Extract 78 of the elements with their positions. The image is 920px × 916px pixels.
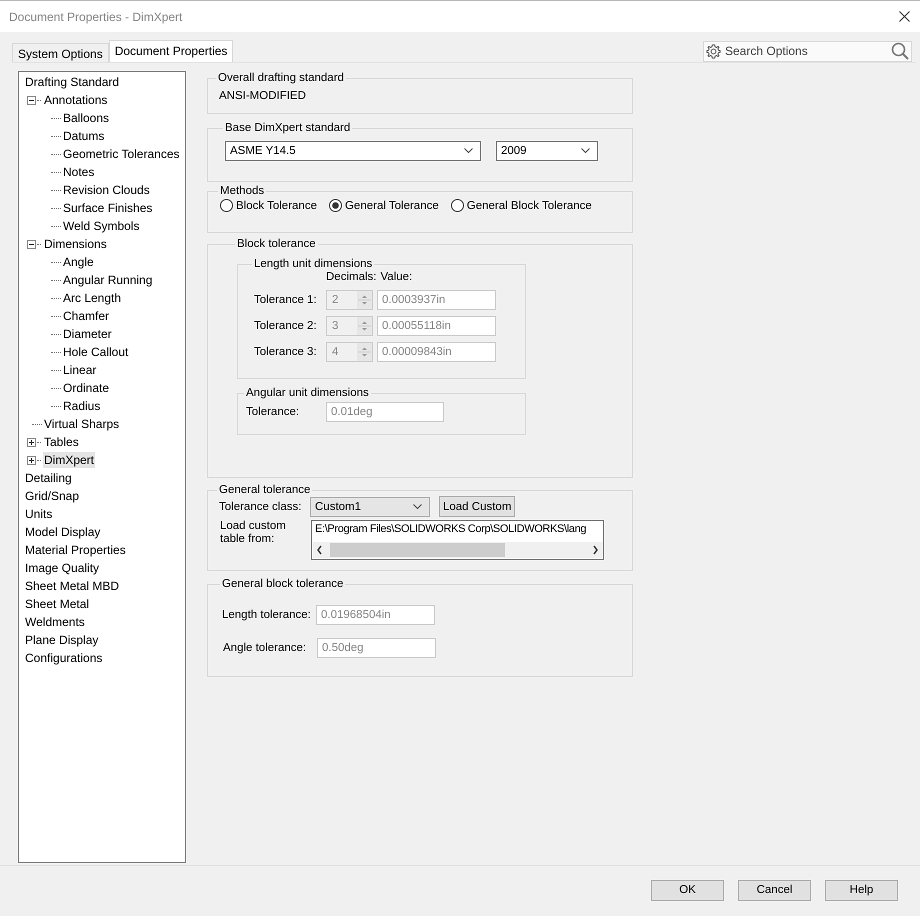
tree-item[interactable]: Diameter <box>62 326 113 342</box>
tree-item[interactable]: Model Display <box>24 524 102 540</box>
field-label: Length tolerance: <box>222 608 312 620</box>
tree-item[interactable]: Balloons <box>62 110 110 126</box>
close-icon[interactable] <box>899 11 910 22</box>
tolerance-class-dropdown[interactable]: Custom1 <box>310 496 430 516</box>
chevron-down-icon <box>581 148 590 154</box>
tree-item[interactable]: Arc Length <box>62 290 122 306</box>
search-field[interactable]: Search Options <box>703 40 912 62</box>
search-icon[interactable] <box>891 42 909 60</box>
standard-dropdown[interactable]: ASME Y14.5 <box>225 141 481 161</box>
radio-option[interactable]: General Tolerance <box>328 199 439 212</box>
radio-option[interactable]: Block Tolerance <box>220 199 317 212</box>
radio-option[interactable]: General Block Tolerance <box>450 199 592 212</box>
tree-item[interactable]: Radius <box>62 398 102 414</box>
tree-item[interactable]: Sheet Metal <box>24 596 90 612</box>
field-label: Tolerance: <box>246 406 300 418</box>
tree-item[interactable]: Configurations <box>24 650 104 666</box>
gear-icon <box>706 44 721 58</box>
tab[interactable]: System Options <box>12 43 109 62</box>
tree-item[interactable]: Dimensions <box>43 236 108 252</box>
year-dropdown[interactable]: 2009 <box>496 141 598 161</box>
group-title: Methods <box>219 185 266 197</box>
standard-value: ANSI-MODIFIED <box>219 90 306 102</box>
tree-item[interactable]: Grid/Snap <box>24 488 80 504</box>
dialog-button[interactable]: Help <box>825 880 898 900</box>
group-title: General block tolerance <box>221 578 344 590</box>
tree-item[interactable]: Chamfer <box>62 308 110 324</box>
window-title: Document Properties - DimXpert <box>9 10 182 24</box>
tree-item[interactable]: Virtual Sharps <box>43 416 120 432</box>
tree-item[interactable]: Weld Symbols <box>62 218 140 234</box>
tree-item[interactable]: Annotations <box>43 92 108 108</box>
tab[interactable]: Document Properties <box>108 40 234 62</box>
tree-item[interactable]: Angle <box>62 254 95 270</box>
tree-item[interactable]: Plane Display <box>24 632 100 648</box>
tree-item[interactable]: Image Quality <box>24 560 100 576</box>
field-label: Tolerance 2: <box>254 320 318 332</box>
tree-item[interactable]: Ordinate <box>62 380 110 396</box>
dialog-button[interactable]: OK <box>651 880 724 900</box>
column-header: Decimals: <box>326 271 376 283</box>
tree-item[interactable]: Revision Clouds <box>62 182 151 198</box>
tree-item[interactable]: Geometric Tolerances <box>62 146 180 162</box>
group-title: Overall drafting standard <box>217 72 345 84</box>
column-header: Value: <box>380 271 412 283</box>
field-label: Angle tolerance: <box>222 642 308 654</box>
tree-item[interactable]: Drafting Standard <box>24 74 120 90</box>
group-title: Block tolerance <box>236 238 317 250</box>
tree-item[interactable]: Surface Finishes <box>62 200 154 216</box>
scrollbar[interactable] <box>313 542 603 558</box>
group-title: Length unit dimensions <box>253 258 374 270</box>
group-title: Angular unit dimensions <box>245 387 370 399</box>
field-label: Load custom table from: <box>219 520 287 546</box>
chevron-down-icon <box>413 504 422 510</box>
tree-item[interactable]: Notes <box>62 164 96 180</box>
collapse-icon[interactable] <box>27 96 36 104</box>
chevron-down-icon <box>464 148 473 154</box>
tree-item[interactable]: Weldments <box>24 614 86 630</box>
field-label: Tolerance 1: <box>254 294 318 306</box>
tree-item[interactable]: Linear <box>62 362 98 378</box>
tree-item[interactable]: Units <box>24 506 54 522</box>
dialog-button[interactable]: Cancel <box>738 880 811 900</box>
expand-icon[interactable] <box>27 456 36 464</box>
tree-item[interactable]: Detailing <box>24 470 73 486</box>
tree-item[interactable]: Datums <box>62 128 106 144</box>
field-label: Tolerance 3: <box>254 346 318 358</box>
tree-item[interactable]: Angular Running <box>62 272 154 288</box>
tree-item[interactable]: Material Properties <box>24 542 127 558</box>
tree-item[interactable]: Hole Callout <box>62 344 130 360</box>
path-value: E:\Program Files\SOLIDWORKS Corp\SOLIDWORKS\lang <box>314 522 588 535</box>
load-custom-button[interactable]: Load Custom <box>439 496 516 517</box>
tree-item[interactable]: Sheet Metal MBD <box>24 578 120 594</box>
tree-item[interactable]: Tables <box>43 434 80 450</box>
group-title: General tolerance <box>218 484 312 496</box>
field-label: Tolerance class: <box>219 500 301 512</box>
tree-item[interactable]: DimXpert <box>43 452 96 468</box>
expand-icon[interactable] <box>27 438 36 446</box>
group-title: Base DimXpert standard <box>224 122 352 134</box>
collapse-icon[interactable] <box>27 240 36 248</box>
